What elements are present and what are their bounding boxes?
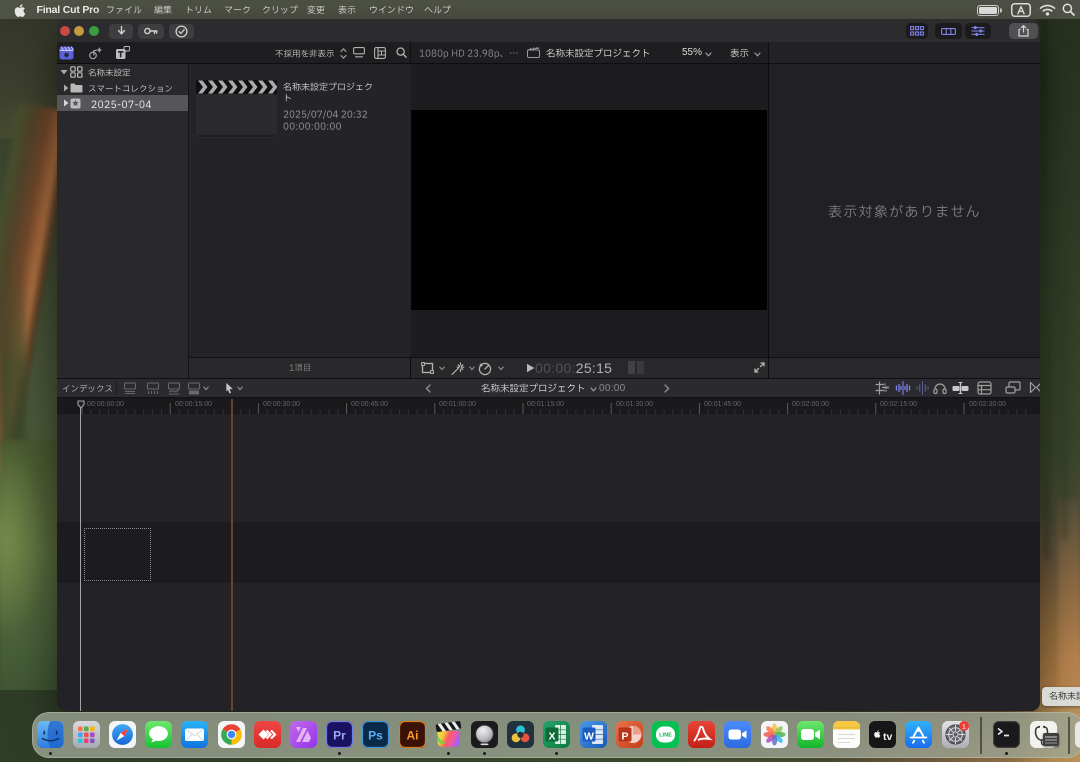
svg-text:1: 1 [961, 722, 965, 731]
svg-text:X: X [549, 730, 556, 742]
svg-text:tv: tv [883, 731, 892, 743]
svg-text:LINE: LINE [659, 733, 672, 739]
svg-text:Pr: Pr [333, 729, 346, 743]
svg-text:W: W [584, 730, 594, 742]
svg-text:P: P [621, 730, 628, 742]
svg-text:Ai: Ai [406, 729, 418, 743]
svg-text:Ps: Ps [368, 729, 383, 743]
